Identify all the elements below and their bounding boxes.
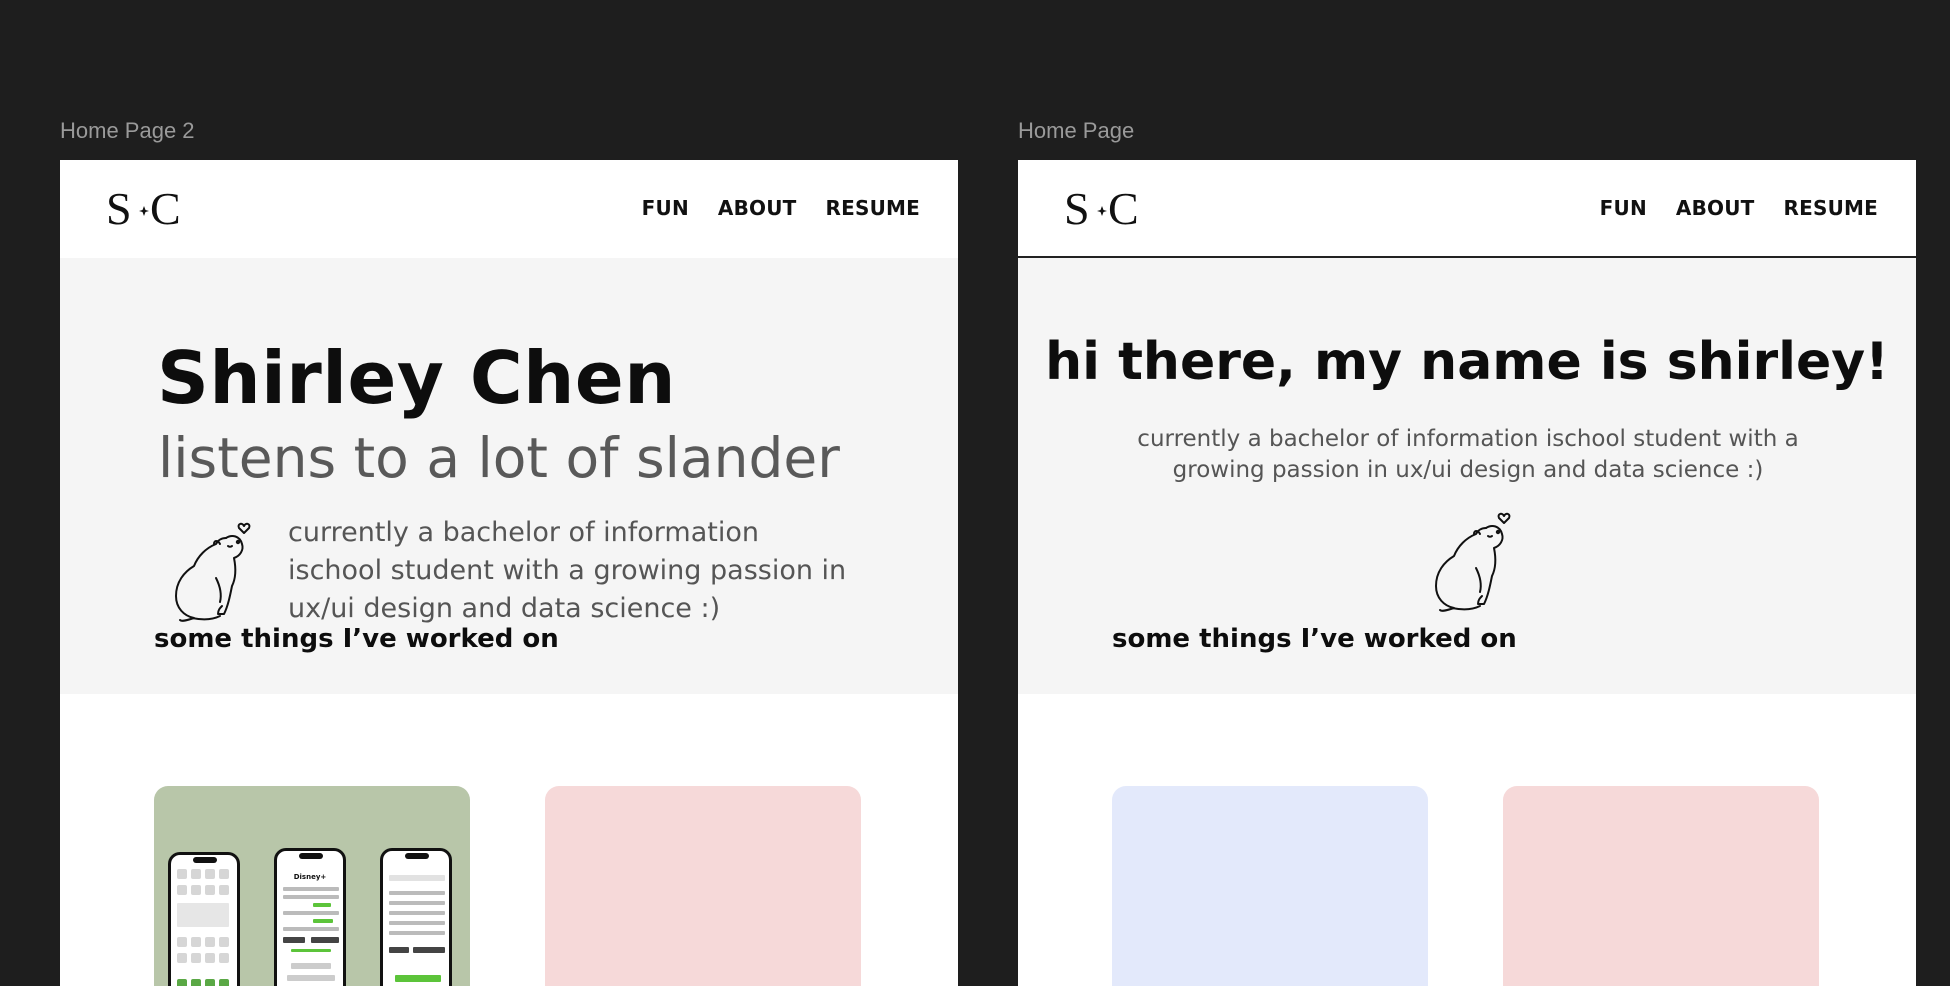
frame-label: Home Page xyxy=(1018,118,1135,143)
logo[interactable]: S C xyxy=(106,184,186,232)
nav-resume[interactable]: RESUME xyxy=(826,196,920,220)
hero-description: currently a bachelor of information isch… xyxy=(1137,426,1799,483)
nav-resume[interactable]: RESUME xyxy=(1784,196,1878,220)
svg-text:S: S xyxy=(106,184,132,232)
nav-fun[interactable]: FUN xyxy=(1600,196,1647,220)
section-title: some things I’ve worked on xyxy=(1112,624,1517,654)
phone-app-title: Disney+ xyxy=(293,873,327,881)
project-card[interactable] xyxy=(1503,786,1819,986)
hero-title: hi there, my name is shirley! xyxy=(1045,332,1889,392)
hero-name: Shirley Chen xyxy=(157,336,676,420)
bear-illustration-icon xyxy=(1435,512,1511,612)
nav-about[interactable]: ABOUT xyxy=(718,196,797,220)
project-card[interactable] xyxy=(1112,786,1428,986)
svg-text:C: C xyxy=(1108,184,1139,232)
navbar: S C FUN ABOUT RESUME xyxy=(1018,160,1916,258)
nav-links: FUN ABOUT RESUME xyxy=(642,196,920,220)
svg-text:S: S xyxy=(1064,184,1090,232)
hero-subtitle: listens to a lot of slander xyxy=(158,426,840,490)
frame-home-page-2: S C FUN ABOUT RESUME Shirley Chen listen… xyxy=(60,160,958,986)
nav-about[interactable]: ABOUT xyxy=(1676,196,1755,220)
nav-links: FUN ABOUT RESUME xyxy=(1600,196,1878,220)
phone-mockup: Disney+ xyxy=(274,848,346,986)
phone-mockup xyxy=(168,852,240,986)
logo[interactable]: S C xyxy=(1064,184,1144,232)
frame-label: Home Page 2 xyxy=(60,118,195,143)
section-title: some things I’ve worked on xyxy=(154,624,559,654)
frame-home-page: S C FUN ABOUT RESUME hi there, my name i… xyxy=(1018,160,1916,986)
project-card[interactable] xyxy=(545,786,861,986)
nav-fun[interactable]: FUN xyxy=(642,196,689,220)
project-card[interactable]: Disney+ xyxy=(154,786,470,986)
bear-illustration-icon xyxy=(175,522,251,622)
svg-text:C: C xyxy=(150,184,181,232)
navbar: S C FUN ABOUT RESUME xyxy=(60,160,958,258)
phone-mockup xyxy=(380,848,452,986)
hero-description: currently a bachelor of information isch… xyxy=(288,517,847,624)
